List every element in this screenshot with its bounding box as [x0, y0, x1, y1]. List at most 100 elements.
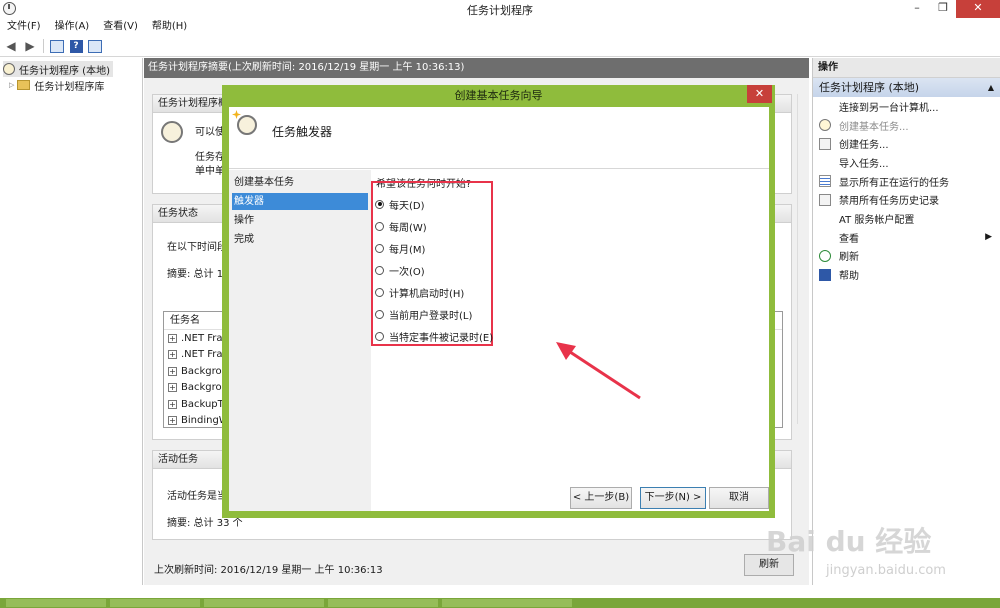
window-titlebar: 任务计划程序 – ❐ ✕ — [0, 0, 1000, 18]
option-monthly[interactable]: 每月(M) — [375, 240, 425, 256]
dialog-body: 任务触发器 创建基本任务 触发器 操作 完成 希望该任务何时开始? 每天(D) … — [229, 107, 769, 511]
next-button[interactable]: 下一步(N) > — [640, 487, 706, 509]
option-weekly[interactable]: 每周(W) — [375, 218, 427, 234]
clock-icon — [161, 121, 183, 143]
running-tasks-icon — [819, 175, 831, 188]
blank-icon — [819, 100, 831, 112]
show-hide-tree-button[interactable] — [49, 38, 65, 54]
action-label: 查看 — [839, 233, 859, 245]
history-icon — [819, 193, 831, 206]
option-at-logon[interactable]: 当前用户登录时(L) — [375, 306, 472, 322]
taskbar-button[interactable] — [442, 599, 572, 607]
action-help[interactable]: 帮助 — [813, 265, 1000, 284]
blank-icon — [819, 156, 831, 168]
actions-group-header[interactable]: 任务计划程序 (本地) ▲ — [813, 78, 1000, 97]
summary-scrollbar[interactable] — [797, 94, 809, 424]
step-finish[interactable]: 完成 — [232, 231, 368, 248]
action-create-task[interactable]: 创建任务... — [813, 134, 1000, 153]
taskbar — [0, 598, 1000, 608]
option-on-event[interactable]: 当特定事件被记录时(E) — [375, 328, 493, 344]
menu-bar: 文件(F) 操作(A) 查看(V) 帮助(H) — [0, 18, 1000, 36]
wizard-steps: 创建基本任务 触发器 操作 完成 — [229, 170, 371, 511]
last-refresh-time: 上次刷新时间: 2016/12/19 星期一 上午 10:36:13 — [154, 565, 383, 576]
option-label: 当特定事件被记录时(E) — [389, 332, 494, 344]
action-refresh[interactable]: 刷新 — [813, 247, 1000, 266]
option-label: 每周(W) — [389, 222, 427, 234]
help-button[interactable]: ? — [68, 38, 84, 54]
restore-button[interactable]: ❐ — [930, 0, 956, 18]
window-title: 任务计划程序 — [467, 4, 533, 17]
dialog-heading: 任务触发器 — [272, 125, 333, 139]
taskbar-button[interactable] — [328, 599, 438, 607]
minimize-button[interactable]: – — [904, 0, 930, 18]
create-basic-task-dialog: 创建基本任务向导 ✕ 任务触发器 创建基本任务 触发器 操作 完成 希望该任务何… — [222, 85, 775, 518]
step-action[interactable]: 操作 — [232, 212, 368, 229]
action-at-service-config[interactable]: AT 服务帐户配置 — [813, 209, 1000, 228]
tree-item-library[interactable]: ▷ 任务计划程序库 — [9, 77, 104, 93]
dialog-close-button[interactable]: ✕ — [747, 85, 772, 103]
expand-icon[interactable]: + — [168, 366, 177, 376]
expand-arrow-icon[interactable]: ▷ — [9, 81, 14, 89]
window-controls: – ❐ ✕ — [904, 0, 1000, 18]
summary-header: 任务计划程序摘要(上次刷新时间: 2016/12/19 星期一 上午 10:36… — [144, 58, 809, 78]
task-name: Backgrou — [181, 365, 228, 377]
action-label: 禁用所有任务历史记录 — [839, 196, 939, 208]
action-view[interactable]: 查看 ▶ — [813, 228, 1000, 247]
option-label: 当前用户登录时(L) — [389, 310, 473, 322]
expand-icon[interactable]: + — [168, 383, 177, 393]
option-label: 每月(M) — [389, 244, 426, 256]
action-connect-computer[interactable]: 连接到另一台计算机... — [813, 97, 1000, 116]
folder-icon — [17, 80, 31, 90]
expand-icon[interactable]: + — [168, 399, 177, 409]
radio-button[interactable] — [375, 331, 384, 341]
console-tree: 任务计划程序 (本地) ▷ 任务计划程序库 — [0, 58, 143, 585]
forward-arrow-icon[interactable]: ▶ — [22, 38, 38, 54]
help-icon — [819, 268, 831, 281]
action-import-task[interactable]: 导入任务... — [813, 153, 1000, 172]
expand-icon[interactable]: + — [168, 350, 177, 360]
back-arrow-icon[interactable]: ◀ — [3, 38, 19, 54]
option-once[interactable]: 一次(O) — [375, 262, 425, 278]
action-label: 显示所有正在运行的任务 — [839, 177, 949, 189]
menu-file[interactable]: 文件(F) — [0, 18, 48, 36]
tree-item-root[interactable]: 任务计划程序 (本地) — [3, 61, 113, 77]
radio-button[interactable] — [375, 243, 384, 253]
step-trigger[interactable]: 触发器 — [232, 193, 368, 210]
refresh-icon — [819, 249, 831, 262]
menu-view[interactable]: 查看(V) — [96, 18, 145, 36]
menu-help[interactable]: 帮助(H) — [145, 18, 194, 36]
radio-button[interactable] — [375, 199, 384, 209]
radio-button[interactable] — [375, 221, 384, 231]
option-label: 计算机启动时(H) — [389, 288, 465, 300]
step-create-basic-task[interactable]: 创建基本任务 — [232, 174, 368, 191]
action-create-basic-task[interactable]: 创建基本任务... — [813, 116, 1000, 135]
dialog-header: 任务触发器 — [229, 107, 769, 169]
option-at-startup[interactable]: 计算机启动时(H) — [375, 284, 464, 300]
action-label: 创建基本任务... — [839, 121, 909, 133]
arrow-shaft — [563, 346, 641, 400]
cancel-button[interactable]: 取消 — [709, 487, 769, 509]
show-hide-actions-button[interactable] — [87, 38, 103, 54]
taskbar-button[interactable] — [204, 599, 324, 607]
tree-library-label: 任务计划程序库 — [34, 81, 105, 93]
taskbar-button[interactable] — [6, 599, 106, 607]
actions-pane: 操作 任务计划程序 (本地) ▲ 连接到另一台计算机... 创建基本任务... … — [812, 58, 1000, 585]
radio-button[interactable] — [375, 287, 384, 297]
action-show-running[interactable]: 显示所有正在运行的任务 — [813, 172, 1000, 191]
menu-action[interactable]: 操作(A) — [48, 18, 97, 36]
status-summary: 摘要: 总计 14 — [167, 269, 230, 280]
dialog-title: 创建基本任务向导 — [454, 89, 543, 102]
close-button[interactable]: ✕ — [956, 0, 1000, 18]
action-label: 导入任务... — [839, 158, 889, 170]
radio-button[interactable] — [375, 309, 384, 319]
expand-icon[interactable]: + — [168, 416, 177, 426]
taskbar-button[interactable] — [110, 599, 200, 607]
collapse-arrow-icon[interactable]: ▲ — [988, 78, 994, 97]
action-disable-history[interactable]: 禁用所有任务历史记录 — [813, 190, 1000, 209]
option-daily[interactable]: 每天(D) — [375, 196, 425, 212]
expand-icon[interactable]: + — [168, 333, 177, 343]
back-button[interactable]: < 上一步(B) — [570, 487, 632, 509]
annotation-arrow — [556, 342, 641, 400]
radio-button[interactable] — [375, 265, 384, 275]
toolbar-separator — [43, 39, 44, 53]
